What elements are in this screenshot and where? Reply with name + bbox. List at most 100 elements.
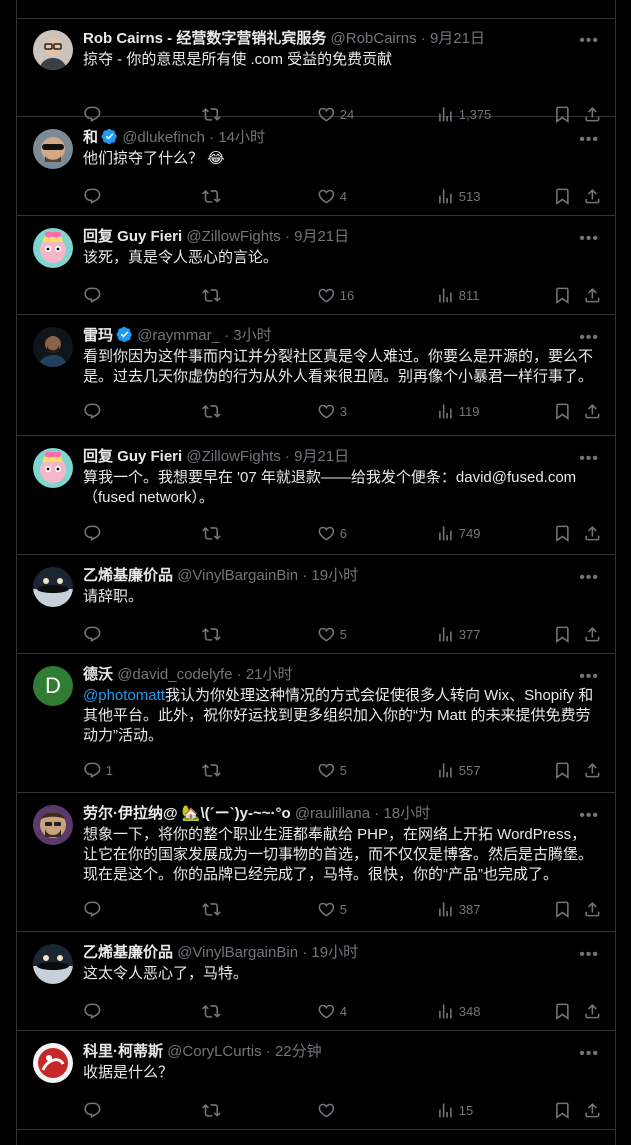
tweet-time[interactable]: 9月21日 bbox=[430, 30, 485, 47]
share-button[interactable] bbox=[583, 1100, 606, 1120]
reply-tweet[interactable]: D 德沃 @david_codelyfe · 21小时 @photomatt我认为你… bbox=[17, 654, 615, 793]
bookmark-button[interactable] bbox=[553, 401, 576, 421]
bookmark-button[interactable] bbox=[553, 899, 576, 919]
tweet-time[interactable]: 14小时 bbox=[218, 129, 265, 146]
share-button[interactable] bbox=[583, 285, 606, 305]
author-handle[interactable]: @raulillana bbox=[295, 805, 370, 822]
views-button[interactable]: 119 bbox=[436, 401, 479, 421]
bookmark-button[interactable] bbox=[553, 1001, 576, 1021]
author-handle[interactable]: @RobCairns bbox=[331, 30, 417, 47]
bookmark-button[interactable] bbox=[553, 624, 576, 644]
bookmark-button[interactable] bbox=[553, 285, 576, 305]
reply-tweet[interactable]: Rob Cairns - 经营数字营销礼宾服务 @RobCairns · 9月2… bbox=[17, 18, 615, 123]
retweet-button[interactable] bbox=[202, 760, 225, 780]
reply-button[interactable] bbox=[83, 1100, 106, 1120]
views-button[interactable]: 348 bbox=[436, 1001, 480, 1021]
bookmark-button[interactable] bbox=[553, 1100, 576, 1120]
author-handle[interactable]: @CoryLCurtis bbox=[167, 1043, 261, 1060]
reply-button[interactable]: 1 bbox=[83, 760, 113, 780]
avatar[interactable]: D bbox=[33, 666, 73, 706]
avatar[interactable] bbox=[33, 228, 73, 268]
tweet-time[interactable]: 9月21日 bbox=[294, 448, 349, 465]
retweet-button[interactable] bbox=[202, 401, 225, 421]
retweet-button[interactable] bbox=[202, 285, 225, 305]
reply-tweet[interactable]: 雷玛 @raymmar_ · 3小时 看到你因为这件事而内讧并分裂社区真是令人难过… bbox=[17, 315, 615, 436]
views-button[interactable]: 811 bbox=[436, 285, 479, 305]
views-button[interactable]: 387 bbox=[436, 899, 480, 919]
avatar[interactable] bbox=[33, 805, 73, 845]
more-icon[interactable]: ••• bbox=[579, 131, 599, 149]
retweet-button[interactable] bbox=[202, 899, 225, 919]
avatar[interactable] bbox=[33, 129, 73, 169]
share-button[interactable] bbox=[583, 186, 606, 206]
tweet-time[interactable]: 3小时 bbox=[233, 327, 271, 344]
share-button[interactable] bbox=[583, 1001, 606, 1021]
more-icon[interactable]: ••• bbox=[579, 1045, 599, 1063]
more-icon[interactable]: ••• bbox=[579, 230, 599, 248]
avatar[interactable] bbox=[33, 30, 73, 70]
author-name[interactable]: 雷玛 bbox=[83, 327, 113, 344]
mention-link[interactable]: @photomatt bbox=[83, 687, 165, 704]
tweet-time[interactable]: 21小时 bbox=[246, 666, 293, 683]
retweet-button[interactable] bbox=[202, 1001, 225, 1021]
like-button[interactable]: 6 bbox=[317, 523, 347, 543]
reply-button[interactable] bbox=[83, 401, 106, 421]
avatar[interactable] bbox=[33, 567, 73, 607]
reply-tweet[interactable]: 乙烯基廉价品 @VinylBargainBin · 19小时 这太令人恶心了，马特… bbox=[17, 932, 615, 1031]
reply-tweet[interactable]: 和 @dlukefinch · 14小时 他们掠夺了什么？ 😂 ••• 4 513 bbox=[17, 117, 615, 216]
avatar[interactable] bbox=[33, 1043, 73, 1083]
more-icon[interactable]: ••• bbox=[579, 807, 599, 825]
author-handle[interactable]: @VinylBargainBin bbox=[177, 944, 298, 961]
tweet-time[interactable]: 19小时 bbox=[311, 567, 358, 584]
views-button[interactable]: 749 bbox=[436, 523, 480, 543]
reply-button[interactable] bbox=[83, 523, 106, 543]
author-name[interactable]: Rob Cairns - 经营数字营销礼宾服务 bbox=[83, 30, 326, 47]
avatar[interactable] bbox=[33, 327, 73, 367]
tweet-time[interactable]: 18小时 bbox=[383, 805, 430, 822]
reply-button[interactable] bbox=[83, 899, 106, 919]
share-button[interactable] bbox=[583, 401, 606, 421]
reply-button[interactable] bbox=[83, 186, 106, 206]
like-button[interactable]: 4 bbox=[317, 1001, 347, 1021]
like-button[interactable]: 16 bbox=[317, 285, 354, 305]
retweet-button[interactable] bbox=[202, 1100, 225, 1120]
views-button[interactable]: 557 bbox=[436, 760, 480, 780]
avatar[interactable] bbox=[33, 448, 73, 488]
reply-tweet[interactable]: 劳尔·伊拉纳@ 🏡\(´ー`)y-~~·°o @raulillana · 18小… bbox=[17, 793, 615, 932]
tweet-time[interactable]: 22分钟 bbox=[275, 1043, 322, 1060]
author-name[interactable]: 德沃 bbox=[83, 666, 113, 683]
tweet-time[interactable]: 9月21日 bbox=[294, 228, 349, 245]
author-handle[interactable]: @raymmar_ bbox=[137, 327, 220, 344]
share-button[interactable] bbox=[583, 624, 606, 644]
author-name[interactable]: 科里·柯蒂斯 bbox=[83, 1043, 163, 1060]
views-button[interactable]: 513 bbox=[436, 186, 480, 206]
views-button[interactable]: 377 bbox=[436, 624, 480, 644]
author-name[interactable]: 乙烯基廉价品 bbox=[83, 944, 173, 961]
views-button[interactable]: 15 bbox=[436, 1100, 473, 1120]
author-handle[interactable]: @ZillowFights bbox=[186, 448, 280, 465]
bookmark-button[interactable] bbox=[553, 523, 576, 543]
author-name[interactable]: 乙烯基廉价品 bbox=[83, 567, 173, 584]
author-handle[interactable]: @ZillowFights bbox=[186, 228, 280, 245]
retweet-button[interactable] bbox=[202, 186, 225, 206]
like-button[interactable]: 5 bbox=[317, 899, 347, 919]
share-button[interactable] bbox=[583, 899, 606, 919]
more-icon[interactable]: ••• bbox=[579, 668, 599, 686]
share-button[interactable] bbox=[583, 760, 606, 780]
author-name[interactable]: 和 bbox=[83, 129, 98, 146]
reply-tweet[interactable]: 回复 Guy Fieri @ZillowFights · 9月21日 该死，真是令… bbox=[17, 216, 615, 315]
tweet-time[interactable]: 19小时 bbox=[311, 944, 358, 961]
avatar[interactable] bbox=[33, 944, 73, 984]
author-handle[interactable]: @david_codelyfe bbox=[117, 666, 232, 683]
more-icon[interactable]: ••• bbox=[579, 329, 599, 347]
bookmark-button[interactable] bbox=[553, 186, 576, 206]
author-name[interactable]: 回复 Guy Fieri bbox=[83, 228, 182, 245]
like-button[interactable]: 4 bbox=[317, 186, 347, 206]
author-name[interactable]: 回复 Guy Fieri bbox=[83, 448, 182, 465]
reply-tweet[interactable]: 科里·柯蒂斯 @CoryLCurtis · 22分钟 收据是什么？ ••• 15 bbox=[17, 1031, 615, 1130]
like-button[interactable]: 5 bbox=[317, 760, 347, 780]
more-icon[interactable]: ••• bbox=[579, 946, 599, 964]
author-handle[interactable]: @dlukefinch bbox=[122, 129, 205, 146]
more-icon[interactable]: ••• bbox=[579, 32, 599, 50]
share-button[interactable] bbox=[583, 523, 606, 543]
